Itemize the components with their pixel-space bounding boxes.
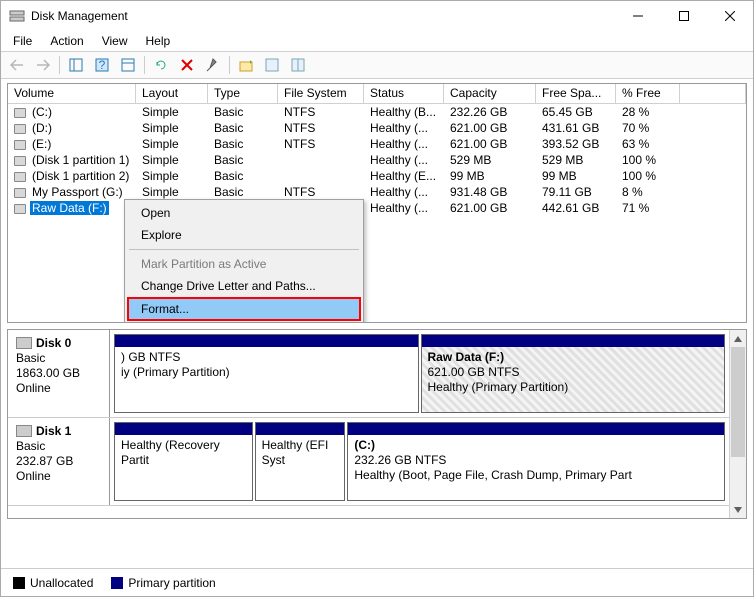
menu-help[interactable]: Help [138, 32, 179, 50]
column-header[interactable]: Type [208, 84, 278, 103]
minimize-button[interactable] [615, 1, 661, 31]
swatch-icon [111, 577, 123, 589]
back-button[interactable] [5, 54, 29, 76]
menu-view[interactable]: View [94, 32, 136, 50]
app-icon [9, 8, 25, 24]
window-buttons [615, 1, 753, 31]
column-header[interactable]: Capacity [444, 84, 536, 103]
column-header[interactable]: Volume [8, 84, 136, 103]
scroll-thumb[interactable] [731, 347, 745, 457]
legend: Unallocated Primary partition [1, 568, 753, 596]
context-menu: OpenExplore Mark Partition as ActiveChang… [124, 199, 364, 323]
disk-icon [16, 337, 32, 349]
disk-map: Disk 0Basic1863.00 GBOnline) GB NTFSiy (… [7, 329, 747, 519]
partition-header [348, 423, 724, 435]
close-button[interactable] [707, 1, 753, 31]
title-bar: Disk Management [1, 1, 753, 31]
toolbar-separator [229, 56, 230, 74]
disk-map-body: Disk 0Basic1863.00 GBOnline) GB NTFSiy (… [8, 330, 729, 518]
scroll-down-icon[interactable] [730, 501, 746, 518]
partition-header [256, 423, 345, 435]
context-item[interactable]: Change Drive Letter and Paths... [127, 275, 361, 297]
volume-list: Volume Layout Type File System Status Ca… [7, 83, 747, 323]
svg-text:?: ? [99, 58, 106, 72]
toolbar-icon[interactable] [201, 54, 225, 76]
volume-list-header: Volume Layout Type File System Status Ca… [8, 84, 746, 104]
legend-unallocated: Unallocated [13, 576, 93, 590]
partition-header [115, 423, 252, 435]
disk-label: Disk 1Basic232.87 GBOnline [8, 418, 110, 505]
context-item[interactable]: Open [127, 202, 361, 224]
window-title: Disk Management [31, 9, 615, 23]
volume-list-body: (C:)SimpleBasicNTFSHealthy (B...232.26 G… [8, 104, 746, 216]
partition[interactable]: (C:)232.26 GB NTFSHealthy (Boot, Page Fi… [347, 422, 725, 501]
delete-icon[interactable] [175, 54, 199, 76]
toolbar-separator [144, 56, 145, 74]
help-icon[interactable]: ? [90, 54, 114, 76]
volume-icon [14, 140, 26, 150]
context-separator [129, 249, 359, 250]
refresh-icon[interactable] [149, 54, 173, 76]
disk-row: Disk 0Basic1863.00 GBOnline) GB NTFSiy (… [8, 330, 729, 418]
volume-row[interactable]: Raw Data (F:)SimpleBasicNTFSHealthy (...… [8, 200, 746, 216]
menu-bar: File Action View Help [1, 31, 753, 51]
volume-icon [14, 108, 26, 118]
toolbar-icon[interactable] [234, 54, 258, 76]
disk-partitions: Healthy (Recovery PartitHealthy (EFI Sys… [110, 418, 729, 505]
legend-primary: Primary partition [111, 576, 215, 590]
volume-row[interactable]: (Disk 1 partition 1)SimpleBasicHealthy (… [8, 152, 746, 168]
context-item: Mark Partition as Active [127, 253, 361, 275]
toolbar-icon[interactable] [64, 54, 88, 76]
volume-row[interactable]: (D:)SimpleBasicNTFSHealthy (...621.00 GB… [8, 120, 746, 136]
menu-action[interactable]: Action [42, 32, 91, 50]
partition[interactable]: Healthy (Recovery Partit [114, 422, 253, 501]
partition[interactable]: Healthy (EFI Syst [255, 422, 346, 501]
toolbar-separator [59, 56, 60, 74]
forward-button[interactable] [31, 54, 55, 76]
volume-icon [14, 188, 26, 198]
volume-row[interactable]: (C:)SimpleBasicNTFSHealthy (B...232.26 G… [8, 104, 746, 120]
partition[interactable]: Raw Data (F:)621.00 GB NTFSHealthy (Prim… [421, 334, 726, 413]
partition[interactable]: ) GB NTFSiy (Primary Partition) [114, 334, 419, 413]
context-item[interactable]: Format... [127, 297, 361, 321]
volume-icon [14, 124, 26, 134]
disk-row: Disk 1Basic232.87 GBOnlineHealthy (Recov… [8, 418, 729, 506]
partition-header [422, 335, 725, 347]
toolbar-icon[interactable] [116, 54, 140, 76]
column-header[interactable]: File System [278, 84, 364, 103]
column-header[interactable]: % Free [616, 84, 680, 103]
column-header[interactable]: Free Spa... [536, 84, 616, 103]
maximize-button[interactable] [661, 1, 707, 31]
menu-file[interactable]: File [5, 32, 40, 50]
volume-icon [14, 172, 26, 182]
volume-icon [14, 204, 26, 214]
volume-icon [14, 156, 26, 166]
column-header[interactable]: Layout [136, 84, 208, 103]
volume-row[interactable]: (Disk 1 partition 2)SimpleBasicHealthy (… [8, 168, 746, 184]
context-item[interactable]: Explore [127, 224, 361, 246]
disk-label: Disk 0Basic1863.00 GBOnline [8, 330, 110, 417]
scroll-up-icon[interactable] [730, 330, 746, 347]
volume-row[interactable]: (E:)SimpleBasicNTFSHealthy (...621.00 GB… [8, 136, 746, 152]
column-header[interactable] [680, 84, 746, 103]
partition-header [115, 335, 418, 347]
toolbar-icon[interactable] [260, 54, 284, 76]
swatch-icon [13, 577, 25, 589]
vertical-scrollbar[interactable] [729, 330, 746, 518]
toolbar-icon[interactable] [286, 54, 310, 76]
column-header[interactable]: Status [364, 84, 444, 103]
volume-row[interactable]: My Passport (G:)SimpleBasicNTFSHealthy (… [8, 184, 746, 200]
toolbar: ? [1, 51, 753, 79]
disk-partitions: ) GB NTFSiy (Primary Partition)Raw Data … [110, 330, 729, 417]
disk-icon [16, 425, 32, 437]
